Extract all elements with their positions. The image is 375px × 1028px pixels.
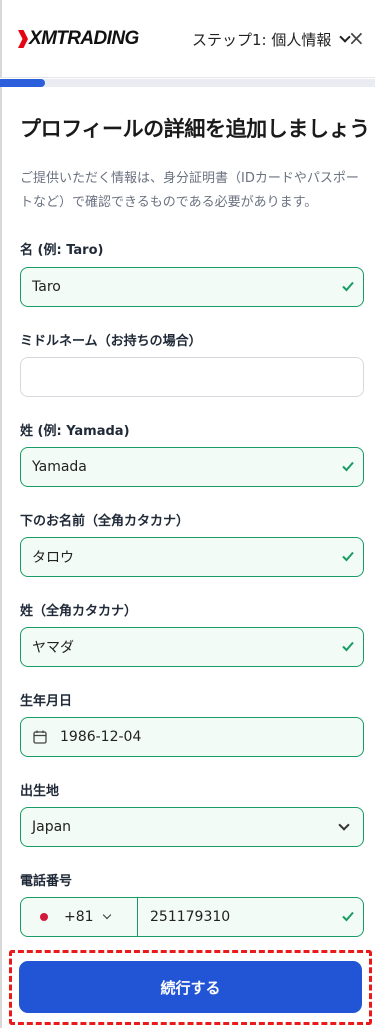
- birth-place-value: Japan: [32, 819, 72, 835]
- logo-text: XMTRADING: [29, 28, 139, 49]
- chevron-down-icon: [102, 910, 111, 920]
- last-name-kana-input[interactable]: ヤマダ: [20, 627, 364, 667]
- birth-date-value: 1986-12-04: [60, 729, 142, 745]
- phone-label: 電話番号: [20, 874, 73, 889]
- progress-fill: [0, 79, 45, 87]
- first-name-kana-input[interactable]: タロウ: [20, 537, 364, 577]
- country-code-value: +81: [64, 909, 94, 925]
- middle-name-input[interactable]: [20, 357, 364, 397]
- birth-date-input[interactable]: 1986-12-04: [20, 717, 364, 757]
- birth-place-select[interactable]: Japan: [20, 807, 364, 847]
- check-icon: [341, 459, 355, 473]
- phone-number-input[interactable]: 251179310: [138, 897, 364, 937]
- logo-mark-icon: [18, 30, 28, 48]
- close-button[interactable]: ×: [348, 28, 365, 48]
- chevron-down-icon: [338, 819, 350, 831]
- first-name-input[interactable]: Taro: [20, 267, 364, 307]
- last-name-kana-label: 姓（全角カタカナ）: [20, 604, 138, 619]
- progress-bar: [0, 79, 375, 87]
- check-icon: [341, 639, 355, 653]
- page-description: ご提供いただく情報は、身分証明書（IDカードやパスポートなど）で確認できるもので…: [20, 171, 359, 210]
- page-title: プロフィールの詳細を追加しましょう: [20, 117, 370, 141]
- last-name-kana-value: ヤマダ: [32, 640, 74, 656]
- first-name-kana-value: タロウ: [32, 550, 74, 566]
- first-name-label: 名 (例: Taro): [20, 243, 104, 258]
- birth-date-label: 生年月日: [20, 694, 73, 709]
- first-name-kana-label: 下のお名前（全角カタカナ）: [20, 514, 190, 529]
- step-selector[interactable]: ステップ1: 個人情報: [192, 29, 352, 50]
- phone-field: +81 251179310: [20, 897, 364, 937]
- continue-button-highlight: 続行する: [9, 950, 372, 1025]
- calendar-icon: [33, 730, 47, 744]
- step-label: ステップ1: 個人情報: [192, 31, 332, 49]
- continue-button[interactable]: 続行する: [19, 961, 362, 1013]
- japan-flag-icon: [40, 913, 48, 921]
- check-icon: [341, 909, 355, 923]
- first-name-value: Taro: [32, 279, 61, 295]
- phone-number-value: 251179310: [150, 909, 231, 925]
- middle-name-label: ミドルネーム（お持ちの場合）: [20, 334, 202, 349]
- last-name-value: Yamada: [32, 459, 87, 475]
- check-icon: [341, 279, 355, 293]
- birth-place-label: 出生地: [20, 784, 60, 799]
- top-header: XMTRADING ステップ1: 個人情報 ×: [0, 0, 375, 78]
- country-code-select[interactable]: +81: [20, 897, 138, 937]
- last-name-input[interactable]: Yamada: [20, 447, 364, 487]
- last-name-label: 姓 (例: Yamada): [20, 424, 130, 439]
- form-panel: プロフィールの詳細を追加しましょう ご提供いただく情報は、身分証明書（IDカード…: [0, 87, 375, 1028]
- xm-logo: XMTRADING: [18, 28, 139, 50]
- check-icon: [341, 549, 355, 563]
